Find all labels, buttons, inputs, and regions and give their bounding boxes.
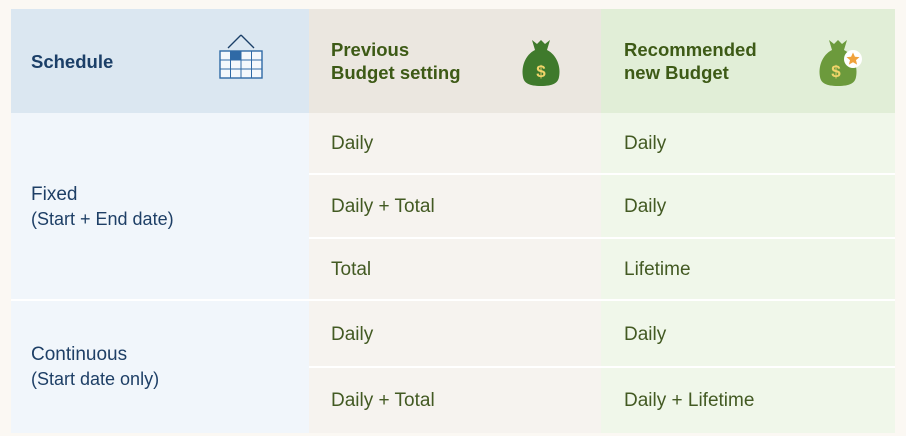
table-row-continuous-2-recommended: Daily + Lifetime <box>601 368 895 433</box>
cell-text: Daily <box>331 133 374 154</box>
cell-text: Daily <box>624 133 667 154</box>
schedule-fixed-label: Fixed <box>31 184 78 205</box>
cell-text: Daily <box>624 196 667 217</box>
cell-text: Daily + Total <box>331 196 435 217</box>
calendar-icon <box>219 34 263 79</box>
header-schedule: Schedule <box>11 9 309 113</box>
money-bag-star-icon: $ <box>819 40 862 86</box>
table-row-continuous-1-recommended: Daily <box>601 301 895 368</box>
schedule-continuous-label: Continuous <box>31 344 128 365</box>
table-row-continuous-2-previous: Daily + Total <box>309 368 601 433</box>
header-recommended-line2: new Budget <box>624 62 729 83</box>
cell-text: Lifetime <box>624 259 691 280</box>
budget-mapping-table: Schedule Previous Budget setting $ Recom… <box>11 9 895 433</box>
svg-text:$: $ <box>831 62 841 81</box>
table-row-continuous-1-previous: Daily <box>309 301 601 368</box>
header-previous: Previous Budget setting $ <box>309 9 601 113</box>
cell-text: Daily + Lifetime <box>624 389 755 411</box>
header-recommended-line1: Recommended <box>624 39 757 60</box>
header-previous-line1: Previous <box>331 39 410 60</box>
cell-text: Daily <box>331 323 374 345</box>
table-row-fixed-3-recommended: Lifetime <box>601 239 895 301</box>
table-row-fixed-2-previous: Daily + Total <box>309 175 601 239</box>
header-schedule-label: Schedule <box>31 50 114 72</box>
schedule-fixed-note: (Start + End date) <box>31 209 174 229</box>
header-recommended: Recommended new Budget $ <box>601 9 895 113</box>
schedule-continuous-note: (Start date only) <box>31 369 160 389</box>
cell-text: Total <box>331 259 372 280</box>
money-bag-icon: $ <box>522 40 560 86</box>
schedule-fixed: Fixed (Start + End date) <box>11 113 309 301</box>
table-row-fixed-1-recommended: Daily <box>601 113 895 175</box>
cell-text: Daily + Total <box>331 389 435 411</box>
header-previous-line2: Budget setting <box>331 62 461 83</box>
table-row-fixed-3-previous: Total <box>309 239 601 301</box>
schedule-continuous: Continuous (Start date only) <box>11 301 309 433</box>
table-row-fixed-1-previous: Daily <box>309 113 601 175</box>
table-row-fixed-2-recommended: Daily <box>601 175 895 239</box>
svg-text:$: $ <box>536 62 546 81</box>
cell-text: Daily <box>624 323 667 345</box>
